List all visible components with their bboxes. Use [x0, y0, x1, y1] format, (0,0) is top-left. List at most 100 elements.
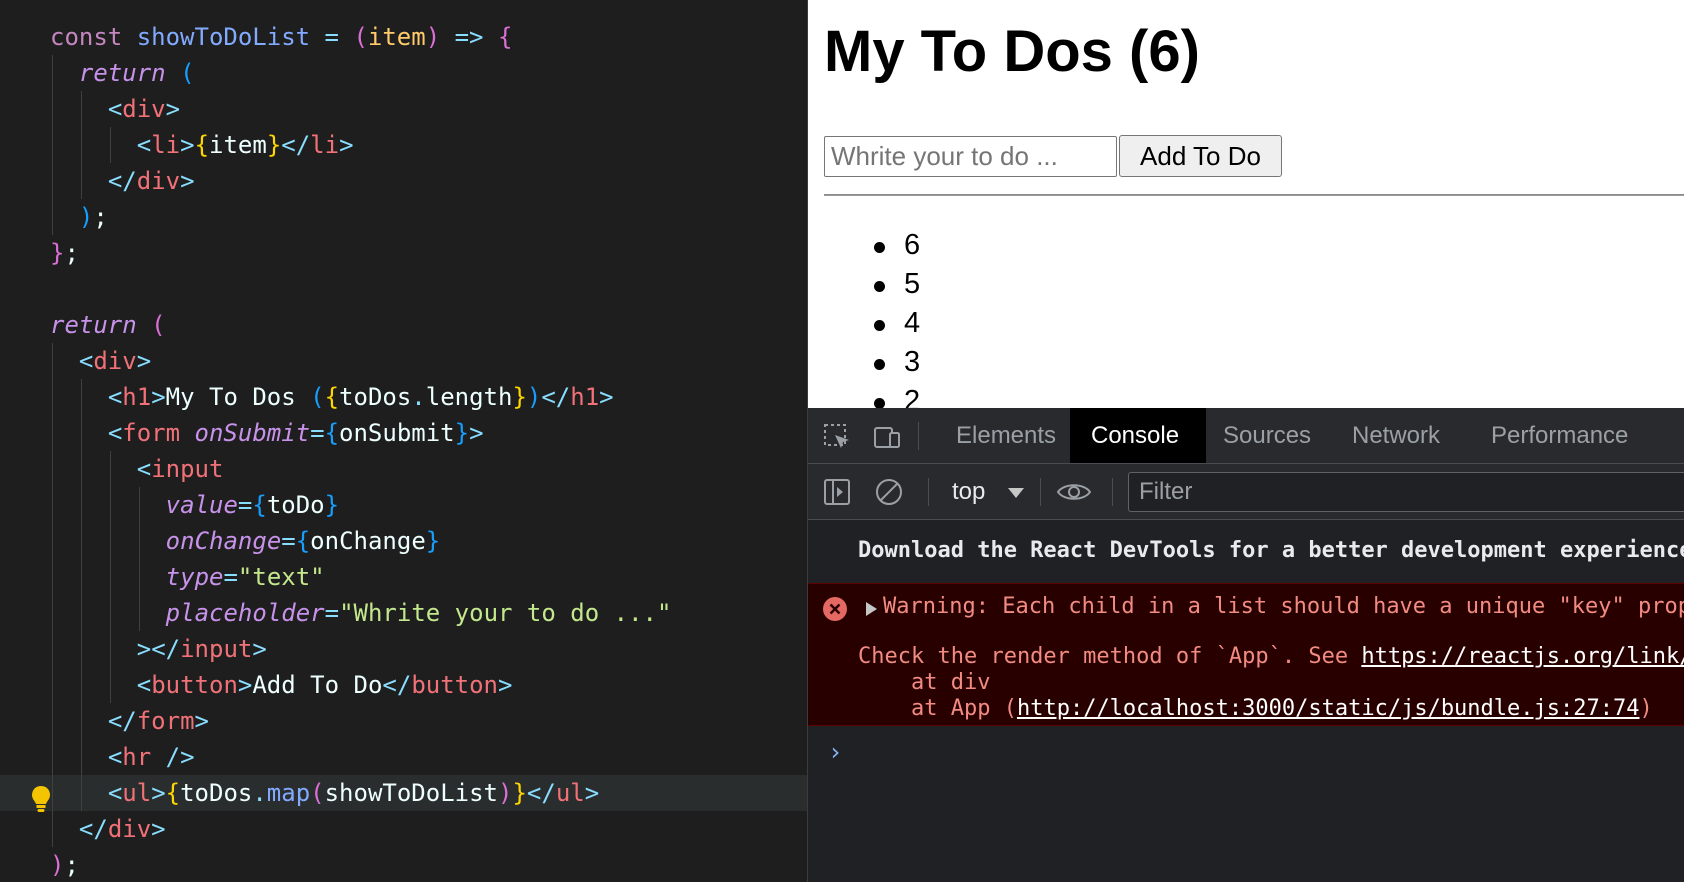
- code-token: >: [151, 815, 166, 843]
- indent-guide: [52, 775, 53, 811]
- code-line[interactable]: <div>: [0, 343, 807, 379]
- tab-elements[interactable]: Elements: [934, 408, 1070, 463]
- code-token: showToDoList: [324, 779, 498, 807]
- code-token: value: [165, 491, 238, 519]
- devtools-panel: Elements Console Sources Network Perform…: [808, 408, 1684, 882]
- lightbulb-icon[interactable]: [30, 784, 52, 814]
- device-toolbar-icon[interactable]: [872, 422, 902, 452]
- console-filter-input[interactable]: [1128, 472, 1684, 512]
- tab-sources[interactable]: Sources: [1206, 408, 1336, 463]
- code-token: >: [498, 671, 513, 699]
- indent-guide: [80, 739, 82, 775]
- code-text: </form>: [108, 703, 209, 739]
- code-line[interactable]: <li>{item}</li>: [0, 127, 807, 163]
- code-token: >: [165, 95, 181, 123]
- code-token: {: [497, 23, 513, 51]
- code-line[interactable]: <h1>My To Dos ({toDos.length})</h1>: [0, 379, 807, 415]
- clear-console-icon[interactable]: [874, 477, 904, 507]
- code-line[interactable]: ></input>: [0, 631, 807, 667]
- code-line[interactable]: placeholder="Whrite your to do ...": [0, 595, 807, 631]
- code-token: ): [425, 23, 441, 51]
- code-token: }: [512, 779, 527, 807]
- code-token: </: [107, 167, 137, 195]
- tab-console[interactable]: Console: [1070, 408, 1206, 463]
- code-token: {: [295, 527, 311, 555]
- code-token: ): [526, 383, 542, 411]
- inspect-element-icon[interactable]: [822, 422, 852, 452]
- code-line[interactable]: <div>: [0, 91, 807, 127]
- code-token: div: [93, 347, 137, 375]
- code-line[interactable]: <form onSubmit={onSubmit}>: [0, 415, 807, 451]
- code-line[interactable]: <ul>{toDos.map(showToDoList)}</ul>: [0, 775, 807, 811]
- code-token: {: [324, 419, 340, 447]
- code-line[interactable]: return (: [0, 55, 807, 91]
- chevron-down-icon[interactable]: [1008, 488, 1024, 498]
- code-text: );: [50, 847, 79, 882]
- code-text: <form onSubmit={onSubmit}>: [108, 415, 484, 451]
- console-info-message: Download the React DevTools for a better…: [858, 538, 1684, 563]
- code-token: length: [425, 383, 513, 411]
- code-token: form: [122, 419, 195, 447]
- code-editor[interactable]: const showToDoList = (item) => {return (…: [0, 0, 807, 882]
- code-token: ;: [64, 239, 79, 267]
- code-token: ): [498, 779, 513, 807]
- code-text: <ul>{toDos.map(showToDoList)}</ul>: [108, 775, 599, 811]
- code-token: >: [151, 383, 166, 411]
- code-token: >: [237, 671, 253, 699]
- page-title: My To Dos (6): [824, 19, 1200, 84]
- context-selector[interactable]: top: [952, 478, 985, 506]
- add-todo-button[interactable]: Add To Do: [1119, 135, 1282, 177]
- code-token: ): [50, 851, 65, 879]
- devtools-tab-bar: Elements Console Sources Network Perform…: [808, 408, 1684, 464]
- list-item: 2: [874, 382, 920, 408]
- code-token: (: [310, 779, 325, 807]
- sidebar-toggle-icon[interactable]: [822, 477, 852, 507]
- tab-performance[interactable]: Performance: [1471, 408, 1684, 463]
- code-line[interactable]: return (: [0, 307, 807, 343]
- code-line[interactable]: const showToDoList = (item) => {: [0, 19, 807, 55]
- code-line[interactable]: </form>: [0, 703, 807, 739]
- indent-guide: [52, 739, 53, 775]
- docs-link[interactable]: https://reactjs.org/link/warning-keys: [1361, 644, 1684, 669]
- code-token: </: [78, 815, 108, 843]
- indent-guide: [80, 379, 82, 415]
- code-token: toDos: [180, 779, 253, 807]
- list-item: 3: [874, 343, 920, 382]
- code-line[interactable]: <button>Add To Do</button>: [0, 667, 807, 703]
- eye-icon[interactable]: [1055, 477, 1093, 507]
- code-token: button: [151, 671, 238, 699]
- tab-network[interactable]: Network: [1336, 408, 1471, 463]
- code-line[interactable]: );: [0, 199, 807, 235]
- expand-arrow-icon[interactable]: [866, 602, 877, 616]
- indent-guide: [52, 163, 53, 199]
- code-line[interactable]: <hr />: [0, 739, 807, 775]
- browser-viewport: My To Dos (6) Add To Do 6 5 4 3 2: [808, 0, 1684, 408]
- code-token: {: [252, 491, 267, 519]
- console-prompt[interactable]: ›: [828, 738, 842, 766]
- code-line[interactable]: [0, 271, 807, 307]
- code-line[interactable]: </div>: [0, 811, 807, 847]
- code-token: >: [136, 347, 152, 375]
- indent-guide: [80, 559, 82, 595]
- code-line[interactable]: <input: [0, 451, 807, 487]
- code-token: <: [78, 347, 94, 375]
- code-line[interactable]: onChange={onChange}: [0, 523, 807, 559]
- code-text: onChange={onChange}: [166, 523, 441, 559]
- code-line[interactable]: };: [0, 235, 807, 271]
- code-token: >: [469, 419, 484, 447]
- code-line[interactable]: type="text": [0, 559, 807, 595]
- code-line[interactable]: </div>: [0, 163, 807, 199]
- indent-guide: [52, 523, 53, 559]
- indent-guide: [138, 559, 140, 595]
- code-text: <input: [137, 451, 224, 487]
- code-token: (: [310, 383, 325, 411]
- indent-guide: [52, 595, 53, 631]
- code-line[interactable]: value={toDo}: [0, 487, 807, 523]
- todo-input[interactable]: [824, 136, 1117, 177]
- code-line[interactable]: );: [0, 847, 807, 882]
- code-token: }: [266, 131, 282, 159]
- code-token: {: [165, 779, 181, 807]
- code-token: h1: [570, 383, 600, 411]
- code-token: h1: [122, 383, 152, 411]
- source-link[interactable]: http://localhost:3000/static/js/bundle.j…: [1017, 696, 1640, 721]
